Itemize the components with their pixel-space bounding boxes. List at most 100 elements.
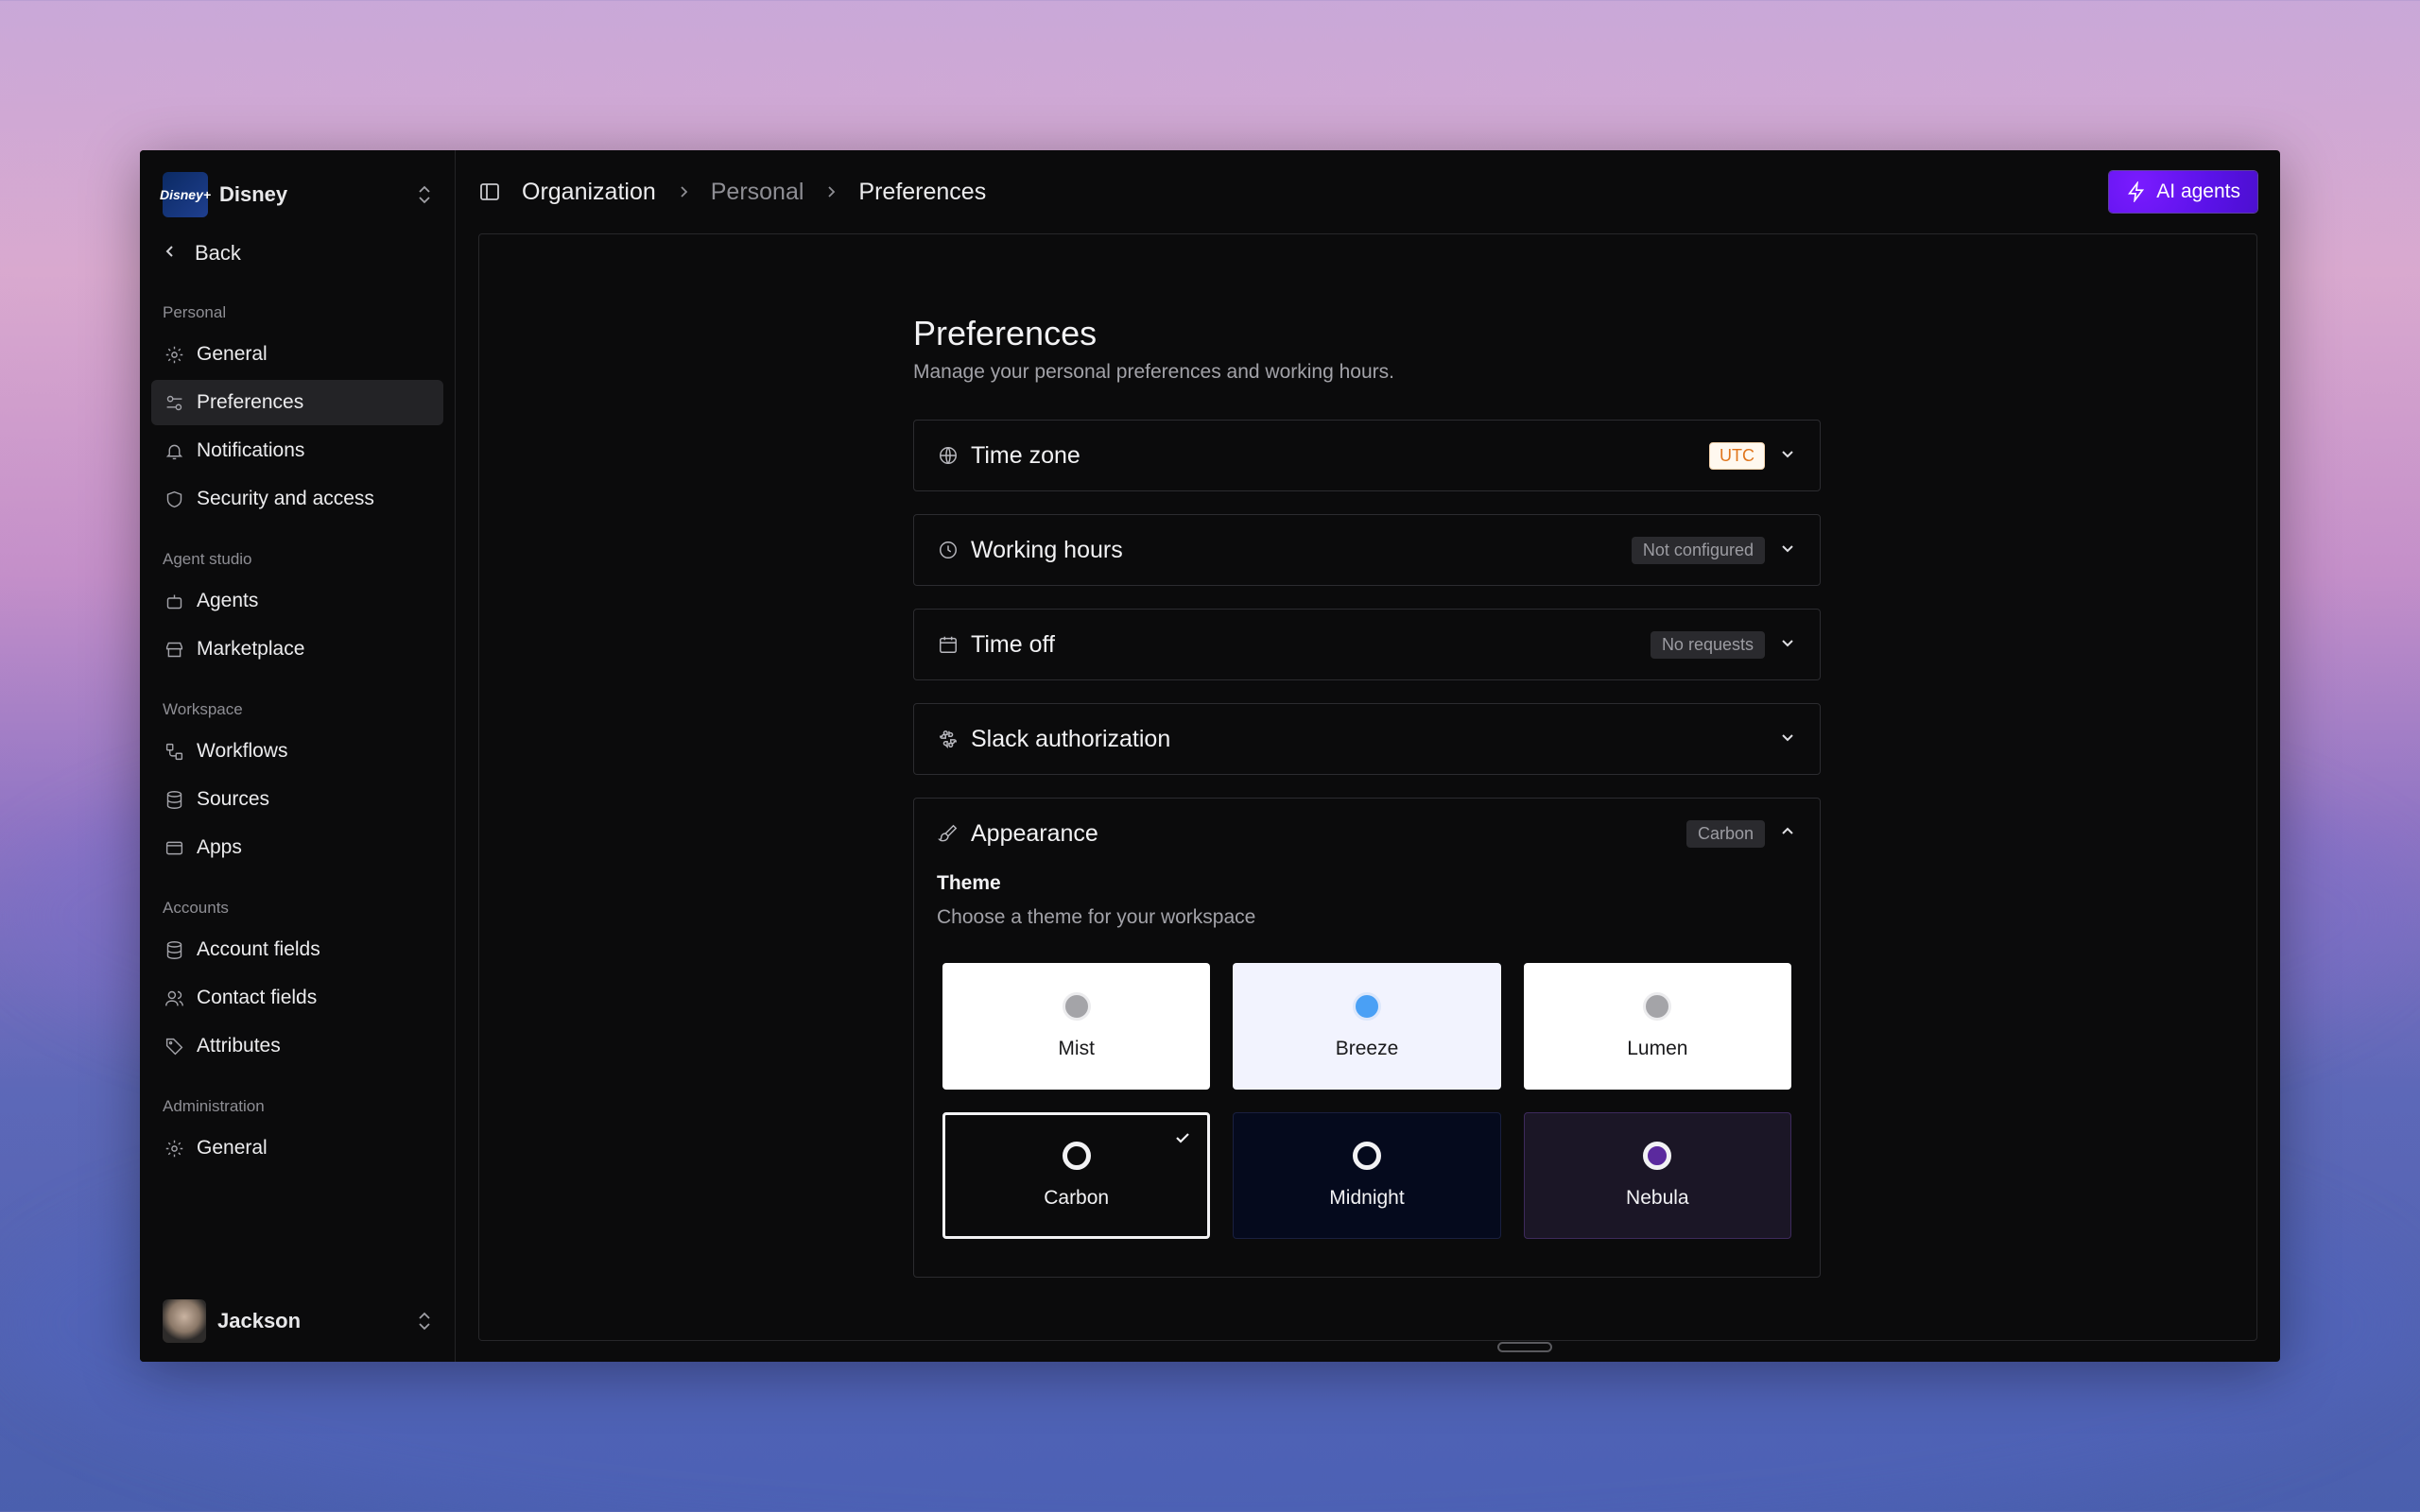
org-switcher[interactable]: Disney+ Disney bbox=[151, 171, 443, 218]
theme-description: Choose a theme for your workspace bbox=[937, 906, 1256, 928]
back-label: Back bbox=[195, 241, 241, 265]
timezone-card: Time zone UTC bbox=[913, 420, 1821, 491]
theme-option-breeze[interactable]: Breeze bbox=[1233, 963, 1501, 1090]
main-area: Organization Personal Preferences AI age… bbox=[456, 150, 2280, 1362]
theme-label: Theme bbox=[937, 872, 1001, 894]
sidebar-item-agents[interactable]: Agents bbox=[151, 578, 443, 624]
chevron-down-icon bbox=[1778, 728, 1797, 751]
app-window: Disney+ Disney Back Personal General Pre… bbox=[140, 150, 2280, 1362]
appearance-title: Appearance bbox=[971, 819, 1098, 847]
theme-option-mist[interactable]: Mist bbox=[942, 963, 1211, 1090]
shield-icon bbox=[163, 488, 185, 510]
chevron-down-icon bbox=[1778, 633, 1797, 657]
resize-handle[interactable] bbox=[1497, 1342, 1552, 1352]
radio-icon bbox=[1352, 1142, 1381, 1170]
timezone-badge: UTC bbox=[1709, 441, 1765, 470]
theme-grid: Mist Breeze Lumen Carbon Midnight Nebula bbox=[937, 963, 1797, 1239]
paintbrush-icon bbox=[937, 822, 959, 845]
slack-title: Slack authorization bbox=[971, 725, 1171, 752]
sidebar-item-account-fields[interactable]: Account fields bbox=[151, 927, 443, 972]
database-icon bbox=[163, 938, 185, 961]
database-icon bbox=[163, 788, 185, 811]
breadcrumb-preferences: Preferences bbox=[858, 178, 987, 205]
theme-option-lumen[interactable]: Lumen bbox=[1523, 963, 1791, 1090]
sidebar-item-label: Security and access bbox=[197, 488, 374, 509]
appearance-badge: Carbon bbox=[1685, 819, 1765, 848]
sidebar-item-label: Agents bbox=[197, 590, 259, 611]
avatar bbox=[163, 1299, 206, 1343]
theme-option-label: Carbon bbox=[1044, 1187, 1110, 1209]
sidebar-item-label: Contact fields bbox=[197, 987, 318, 1008]
org-logo-text: Disney+ bbox=[159, 187, 212, 202]
sidebar-item-apps[interactable]: Apps bbox=[151, 825, 443, 870]
slack-card: Slack authorization bbox=[913, 703, 1821, 775]
section-label-agent-studio: Agent studio bbox=[163, 550, 252, 568]
radio-icon bbox=[1643, 1142, 1672, 1170]
sidebar-item-general[interactable]: General bbox=[151, 332, 443, 377]
timezone-header[interactable]: Time zone UTC bbox=[914, 421, 1820, 490]
sidebar-item-label: Sources bbox=[197, 788, 270, 810]
chevron-right-icon bbox=[824, 180, 838, 204]
sidebar-item-label: Attributes bbox=[197, 1035, 281, 1057]
sidebar-item-admin-general[interactable]: General bbox=[151, 1125, 443, 1171]
theme-option-label: Lumen bbox=[1627, 1038, 1688, 1059]
appearance-card: Appearance Carbon Theme Choose a theme f… bbox=[913, 798, 1821, 1278]
lightning-icon bbox=[2128, 181, 2145, 202]
theme-option-nebula[interactable]: Nebula bbox=[1523, 1112, 1791, 1239]
page-subtitle: Manage your personal preferences and wor… bbox=[913, 361, 1394, 383]
org-name: Disney bbox=[219, 182, 288, 206]
theme-option-label: Breeze bbox=[1335, 1038, 1399, 1059]
breadcrumb-personal[interactable]: Personal bbox=[711, 179, 804, 206]
sidebar-toggle-icon[interactable] bbox=[478, 180, 501, 203]
section-label-accounts: Accounts bbox=[163, 899, 229, 917]
app-window-icon bbox=[163, 836, 185, 859]
chevron-left-icon bbox=[163, 243, 185, 265]
sidebar-item-label: Workflows bbox=[197, 740, 288, 762]
theme-option-label: Midnight bbox=[1329, 1187, 1405, 1209]
radio-icon bbox=[1062, 992, 1091, 1021]
chevron-down-icon bbox=[1778, 444, 1797, 468]
sidebar-item-marketplace[interactable]: Marketplace bbox=[151, 627, 443, 672]
chevron-down-icon bbox=[1778, 539, 1797, 562]
checkmark-icon bbox=[1173, 1128, 1192, 1153]
sidebar-item-security[interactable]: Security and access bbox=[151, 476, 443, 522]
sidebar-item-notifications[interactable]: Notifications bbox=[151, 428, 443, 473]
time-off-badge: No requests bbox=[1650, 630, 1765, 659]
sidebar-item-sources[interactable]: Sources bbox=[151, 777, 443, 822]
theme-option-label: Mist bbox=[1058, 1038, 1095, 1059]
working-hours-card: Working hours Not configured bbox=[913, 514, 1821, 586]
sidebar-item-label: General bbox=[197, 1137, 268, 1159]
sidebar: Disney+ Disney Back Personal General Pre… bbox=[140, 150, 456, 1362]
tag-icon bbox=[163, 1035, 185, 1057]
sidebar-item-attributes[interactable]: Attributes bbox=[151, 1023, 443, 1069]
time-off-header[interactable]: Time off No requests bbox=[914, 610, 1820, 679]
slack-header[interactable]: Slack authorization bbox=[914, 704, 1820, 774]
working-hours-header[interactable]: Working hours Not configured bbox=[914, 515, 1820, 585]
chevron-updown-icon bbox=[417, 184, 432, 205]
user-switcher[interactable]: Jackson bbox=[151, 1297, 443, 1345]
radio-icon bbox=[1643, 992, 1672, 1021]
sidebar-item-preferences[interactable]: Preferences bbox=[151, 380, 443, 425]
sidebar-item-label: Apps bbox=[197, 836, 242, 858]
back-button[interactable]: Back bbox=[151, 232, 443, 275]
theme-option-midnight[interactable]: Midnight bbox=[1233, 1112, 1501, 1239]
appearance-header[interactable]: Appearance Carbon bbox=[914, 799, 1820, 868]
sidebar-item-workflows[interactable]: Workflows bbox=[151, 729, 443, 774]
theme-option-carbon[interactable]: Carbon bbox=[942, 1112, 1211, 1239]
sidebar-item-label: Preferences bbox=[197, 391, 304, 413]
sidebar-item-label: Marketplace bbox=[197, 638, 305, 660]
time-off-title: Time off bbox=[971, 630, 1055, 658]
time-off-card: Time off No requests bbox=[913, 609, 1821, 680]
users-icon bbox=[163, 987, 185, 1009]
breadcrumb: Organization Personal Preferences bbox=[522, 179, 986, 206]
radio-icon bbox=[1062, 1142, 1091, 1170]
breadcrumb-organization[interactable]: Organization bbox=[522, 179, 656, 206]
chevron-up-icon bbox=[1778, 822, 1797, 846]
sliders-icon bbox=[163, 391, 185, 414]
top-bar: Organization Personal Preferences AI age… bbox=[456, 150, 2280, 233]
ai-agents-button[interactable]: AI agents bbox=[2109, 171, 2257, 213]
robot-icon bbox=[163, 590, 185, 612]
sidebar-item-contact-fields[interactable]: Contact fields bbox=[151, 975, 443, 1021]
gear-icon bbox=[163, 343, 185, 366]
working-hours-title: Working hours bbox=[971, 536, 1123, 563]
